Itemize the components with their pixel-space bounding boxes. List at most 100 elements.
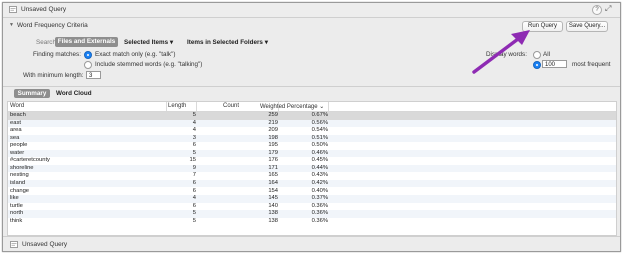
cell-count: 259 [268, 112, 278, 118]
table-row[interactable]: east 4 219 0.56% [8, 119, 616, 128]
cell-length: 4 [192, 127, 196, 134]
cell-weighted-percentage: 0.37% [311, 195, 328, 202]
column-separator[interactable] [196, 102, 197, 111]
cell-count: 179 [268, 149, 278, 156]
cell-weighted-percentage: 0.67% [311, 112, 328, 118]
column-header-weighted-percentage[interactable]: Weighted Percentage ⌄ [260, 103, 324, 110]
dropdown-arrow-icon: ▾ [169, 39, 174, 46]
cell-word: change [10, 187, 30, 194]
cell-length: 7 [192, 172, 196, 179]
cell-word: sea [10, 134, 20, 141]
display-all-radio[interactable] [533, 51, 541, 59]
search-in-files-and-externals[interactable]: Files and Externals [55, 37, 118, 47]
exact-match-radio[interactable] [84, 51, 92, 59]
cell-weighted-percentage: 0.56% [311, 119, 328, 126]
cell-weighted-percentage: 0.45% [311, 157, 328, 164]
column-header-count[interactable]: Count [223, 103, 239, 109]
cell-word: like [10, 195, 19, 202]
cell-weighted-percentage: 0.36% [311, 210, 328, 217]
cell-count: 138 [268, 210, 278, 217]
column-header-word[interactable]: Word [10, 103, 24, 109]
table-row[interactable]: north 5 138 0.36% [8, 210, 616, 218]
min-length-label: With minimum length: [23, 72, 84, 79]
cell-length: 5 [192, 210, 196, 217]
cell-count: 145 [268, 195, 278, 202]
display-words-label: Display words: [486, 51, 527, 58]
cell-length: 6 [192, 142, 196, 149]
status-bar: Unsaved Query [3, 236, 620, 251]
cell-length: 6 [192, 179, 196, 186]
table-row[interactable]: area 4 209 0.54% [8, 127, 616, 135]
window-title: Unsaved Query [21, 6, 67, 13]
cell-word: turtle [10, 202, 23, 209]
display-count-field[interactable]: 100 [542, 60, 567, 68]
column-separator[interactable] [328, 102, 329, 111]
column-header-length[interactable]: Length [168, 103, 186, 109]
window-titlebar: Unsaved Query ? ⤢ [3, 3, 620, 18]
stemmed-words-label[interactable]: Include stemmed words (e.g. "talking") [95, 61, 202, 68]
table-row[interactable]: #carteretcounty 15 176 0.45% [8, 157, 616, 165]
cell-count: 164 [268, 179, 278, 186]
table-row[interactable]: beach 5 259 0.67% [8, 112, 616, 120]
display-all-label[interactable]: All [543, 51, 550, 58]
cell-length: 6 [192, 187, 196, 194]
cell-count: 138 [268, 217, 278, 224]
cell-count: 209 [268, 127, 278, 134]
results-table: Word Length Count Weighted Percentage ⌄ … [7, 101, 617, 236]
cell-weighted-percentage: 0.36% [311, 217, 328, 224]
table-row[interactable]: change 6 154 0.40% [8, 188, 616, 196]
table-row[interactable]: island 6 164 0.42% [8, 179, 616, 188]
tab-summary[interactable]: Summary [14, 89, 50, 98]
cell-count: 176 [268, 157, 278, 164]
cell-weighted-percentage: 0.46% [311, 149, 328, 156]
cell-word: #carteretcounty [10, 157, 50, 164]
display-count-radio[interactable] [533, 61, 541, 69]
cell-length: 4 [192, 195, 196, 202]
search-in-selected-folders[interactable]: Items in Selected Folders ▾ [187, 39, 268, 46]
query-icon [9, 6, 17, 13]
table-row[interactable]: turtle 6 140 0.36% [8, 203, 616, 211]
search-in-selected-items[interactable]: Selected Items ▾ [124, 39, 173, 46]
cell-word: north [10, 210, 24, 217]
min-length-field[interactable]: 3 [86, 71, 101, 79]
cell-count: 198 [268, 134, 278, 141]
cell-word: water [10, 149, 25, 156]
dropdown-arrow-icon: ▾ [264, 39, 268, 46]
cell-word: east [10, 119, 21, 126]
query-icon [10, 241, 18, 248]
status-title: Unsaved Query [22, 241, 68, 248]
column-separator[interactable] [166, 102, 167, 111]
expand-icon[interactable]: ⤢ [605, 4, 611, 14]
table-row[interactable]: like 4 145 0.37% [8, 195, 616, 203]
save-query-button[interactable]: Save Query... [566, 21, 608, 32]
table-row[interactable]: shoreline 9 171 0.44% [8, 164, 616, 173]
cell-word: nesting [10, 172, 29, 179]
cell-word: think [10, 217, 23, 224]
cell-weighted-percentage: 0.54% [311, 127, 328, 134]
run-query-button[interactable]: Run Query [522, 21, 563, 32]
table-row[interactable]: nesting 7 165 0.43% [8, 172, 616, 180]
most-frequent-label: most frequent [572, 61, 611, 68]
cell-count: 219 [268, 119, 278, 126]
table-header: Word Length Count Weighted Percentage ⌄ [8, 102, 616, 112]
cell-weighted-percentage: 0.42% [311, 179, 328, 186]
finding-matches-label: Finding matches: [33, 51, 81, 58]
cell-count: 154 [268, 187, 278, 194]
table-row[interactable]: water 5 179 0.46% [8, 149, 616, 158]
table-row[interactable]: think 5 138 0.36% [8, 218, 616, 226]
exact-match-label[interactable]: Exact match only (e.g. "talk") [95, 51, 175, 58]
cell-length: 5 [192, 112, 196, 118]
cell-word: people [10, 142, 28, 149]
table-row[interactable]: sea 3 198 0.51% [8, 134, 616, 143]
stemmed-words-radio[interactable] [84, 61, 92, 69]
criteria-title: Word Frequency Criteria [17, 22, 88, 29]
tab-word-cloud[interactable]: Word Cloud [56, 90, 92, 97]
help-icon[interactable]: ? [592, 5, 602, 15]
cell-count: 171 [268, 164, 278, 171]
cell-weighted-percentage: 0.40% [311, 187, 328, 194]
disclosure-triangle-icon[interactable]: ▼ [9, 22, 14, 28]
cell-length: 5 [192, 149, 196, 156]
cell-word: shoreline [10, 164, 34, 171]
table-row[interactable]: people 6 195 0.50% [8, 142, 616, 150]
cell-length: 15 [189, 157, 196, 164]
